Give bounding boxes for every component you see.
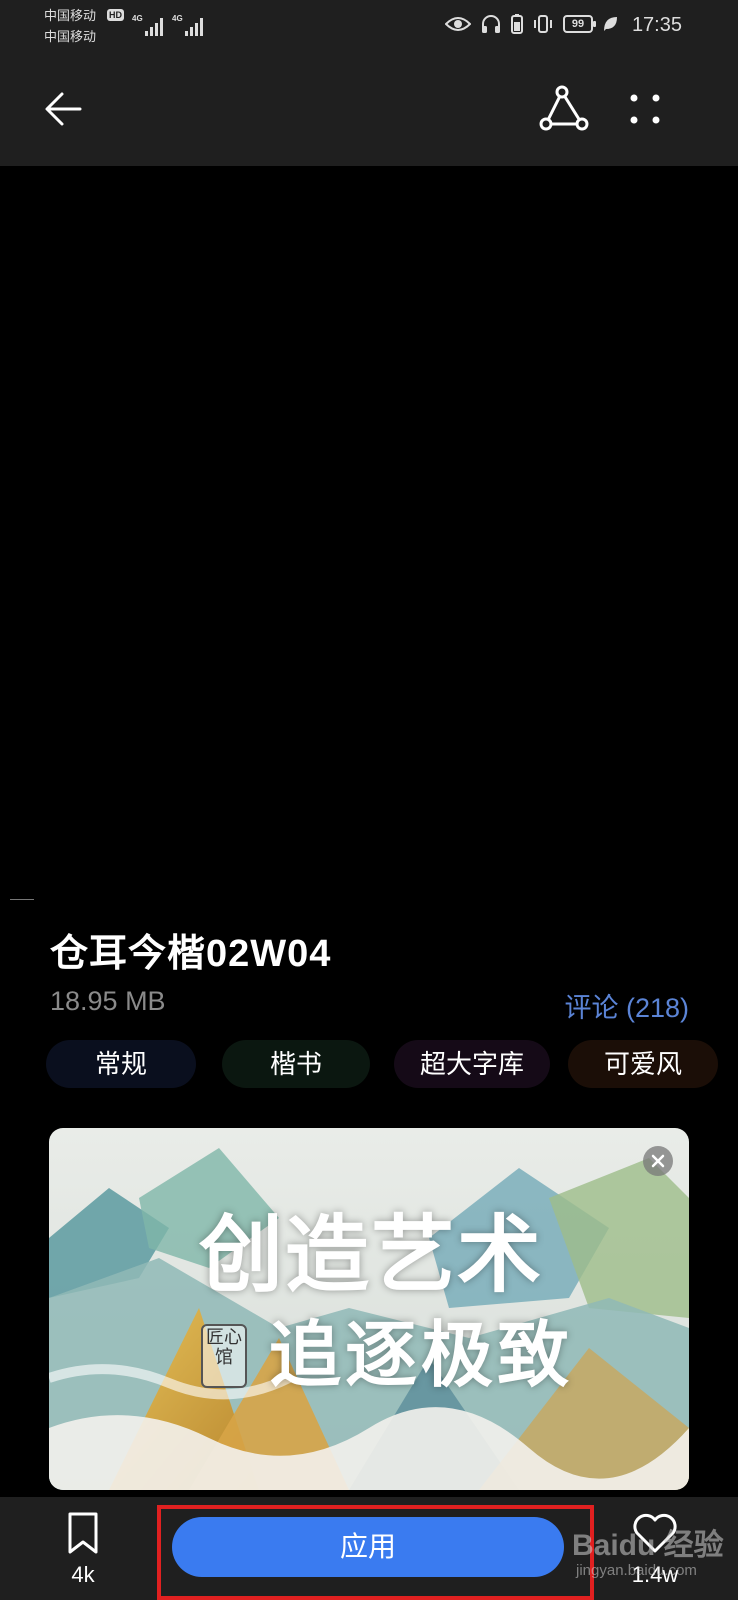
bookmark-count: 4k [71, 1562, 95, 1587]
status-clock: 17:35 [631, 14, 682, 36]
banner-headline: 创造艺术 [199, 1205, 544, 1304]
banner-seal: 匠心馆 [201, 1324, 247, 1388]
more-dots-icon [630, 94, 660, 124]
hd-badge: HD [107, 9, 124, 21]
signal-icon-1: 4G [132, 14, 168, 36]
tag-chip[interactable]: 超大字库 [394, 1040, 550, 1088]
bookmark-button[interactable]: 4k [58, 1511, 108, 1591]
share-button[interactable] [538, 84, 594, 134]
status-bar: 中国移动 HD 中国移动 4G 4G 99 17:35 [0, 0, 738, 48]
status-icons: 99 [445, 13, 618, 35]
preview-divider [10, 899, 34, 900]
vibrate-icon [534, 15, 552, 33]
font-preview-area[interactable] [0, 166, 738, 900]
headphones-icon [482, 15, 500, 33]
tag-chip[interactable]: 楷书 [222, 1040, 370, 1088]
watermark-logo: Bai⁠du 经验 [572, 1529, 724, 1562]
more-button[interactable] [620, 84, 670, 134]
close-icon [651, 1154, 665, 1168]
banner-subline: 追逐极致 [269, 1312, 574, 1397]
network-type-1: 4G [132, 14, 143, 23]
arrow-left-icon [45, 92, 82, 126]
carrier-label-1: 中国移动 [44, 8, 97, 23]
network-type-2: 4G [172, 14, 183, 23]
bookmark-icon [68, 1512, 98, 1554]
tag-list: 常规 楷书 超大字库 可爱风 [46, 1040, 738, 1088]
carrier-label-2: 中国移动 [44, 29, 97, 44]
signal-icon-2: 4G [172, 14, 208, 36]
battery-level: 99 [571, 18, 585, 30]
apply-button[interactable]: 应用 [172, 1517, 564, 1577]
share-icon [539, 85, 589, 131]
banner-close-button[interactable] [643, 1146, 673, 1176]
tag-chip[interactable]: 可爱风 [568, 1040, 718, 1088]
comments-link[interactable]: 评论 (218) [564, 986, 689, 1025]
watermark: Bai⁠du 经验 jingyan.baidu.com [572, 1512, 732, 1592]
watermark-url: jingyan.baidu.com [576, 1562, 697, 1579]
eye-icon [445, 17, 471, 31]
tag-chip[interactable]: 常规 [46, 1040, 196, 1088]
leaf-icon [604, 17, 617, 31]
top-bar [0, 48, 738, 166]
device-battery-icon [511, 14, 523, 34]
promo-banner[interactable]: 创造艺术 匠心馆 追逐极致 [49, 1128, 689, 1490]
font-title: 仓耳今楷02W04 [50, 933, 332, 975]
battery-indicator: 99 [563, 15, 596, 33]
back-button[interactable] [40, 84, 90, 134]
font-file-size: 18.95 MB [50, 986, 166, 1016]
